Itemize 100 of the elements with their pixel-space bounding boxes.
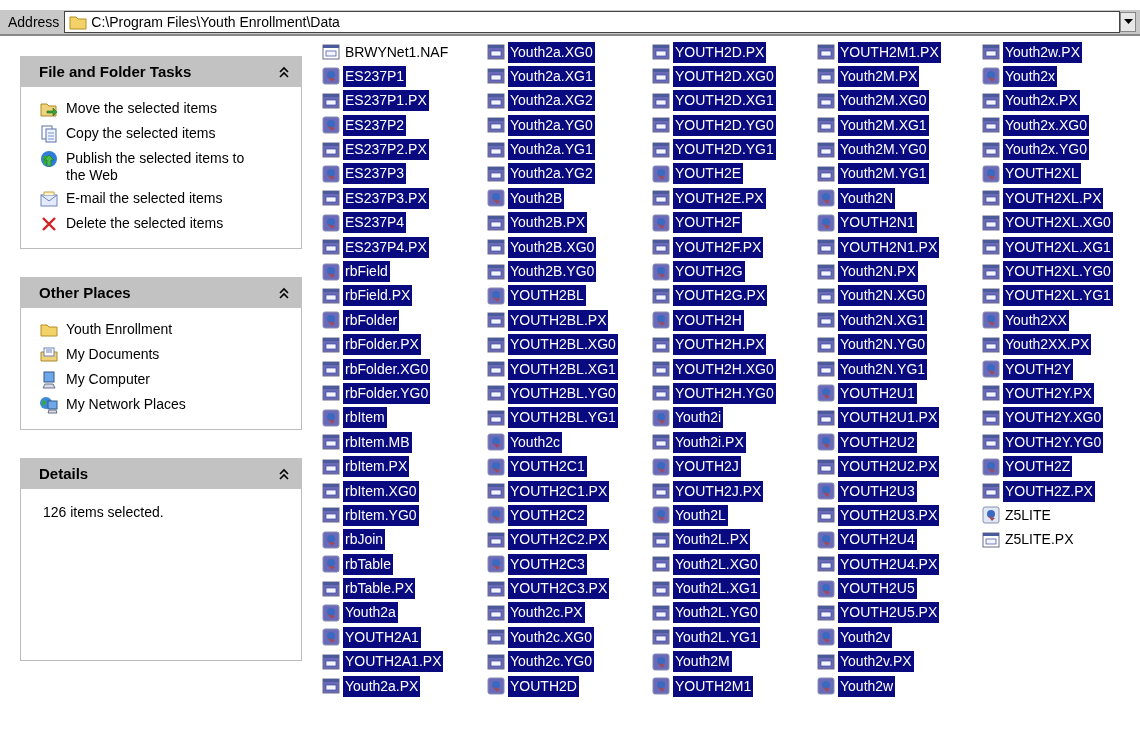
file-item[interactable]: Youth2B.PX: [487, 210, 587, 235]
file-item[interactable]: YOUTH2Z: [982, 454, 1073, 479]
file-item[interactable]: YOUTH2XL.XG0: [982, 210, 1113, 235]
file-item[interactable]: ES237P4: [322, 210, 407, 235]
file-item[interactable]: YOUTH2H: [652, 308, 744, 333]
file-item[interactable]: rbItem: [322, 405, 387, 430]
panel-header[interactable]: Other Places: [20, 277, 302, 308]
file-item[interactable]: Youth2M.XG0: [817, 88, 929, 113]
file-item[interactable]: YOUTH2C3.PX: [487, 576, 610, 601]
task-link[interactable]: Youth Enrollment: [66, 319, 256, 338]
file-item[interactable]: YOUTH2Y.PX: [982, 381, 1094, 406]
file-item[interactable]: Youth2c.XG0: [487, 625, 594, 650]
file-item[interactable]: YOUTH2Z.PX: [982, 479, 1095, 504]
address-field[interactable]: C:\Program Files\Youth Enrollment\Data: [64, 11, 1120, 33]
file-item[interactable]: rbItem.PX: [322, 454, 410, 479]
file-item[interactable]: YOUTH2XL.YG0: [982, 259, 1113, 284]
file-item[interactable]: YOUTH2A1: [322, 625, 421, 650]
file-item[interactable]: YOUTH2Y.YG0: [982, 430, 1104, 455]
file-item[interactable]: Youth2c: [487, 430, 563, 455]
task-link[interactable]: E-mail the selected items: [66, 188, 256, 207]
file-item[interactable]: YOUTH2H.YG0: [652, 381, 776, 406]
file-item[interactable]: Youth2N.YG1: [817, 357, 928, 382]
file-item[interactable]: YOUTH2U1.PX: [817, 405, 940, 430]
file-item[interactable]: YOUTH2F.PX: [652, 235, 764, 260]
file-item[interactable]: YOUTH2XL.YG1: [982, 283, 1113, 308]
file-item[interactable]: YOUTH2U2.PX: [817, 454, 940, 479]
file-item[interactable]: rbField.PX: [322, 283, 413, 308]
file-item[interactable]: Z5LITE.PX: [982, 527, 1076, 552]
file-item[interactable]: YOUTH2BL.YG0: [487, 381, 618, 406]
file-item[interactable]: YOUTH2M1.PX: [817, 40, 941, 64]
file-item[interactable]: YOUTH2BL: [487, 283, 586, 308]
file-item[interactable]: Youth2x.YG0: [982, 137, 1089, 162]
file-item[interactable]: YOUTH2D: [487, 674, 579, 699]
file-item[interactable]: ES237P1: [322, 64, 407, 89]
file-item[interactable]: Youth2L.XG0: [652, 552, 760, 577]
file-item[interactable]: Youth2w: [817, 674, 896, 699]
file-item[interactable]: Youth2N.XG1: [817, 308, 928, 333]
file-item[interactable]: YOUTH2D.XG0: [652, 64, 776, 89]
file-item[interactable]: Youth2a.XG2: [487, 88, 595, 113]
file-item[interactable]: Youth2a.YG2: [487, 161, 595, 186]
file-item[interactable]: YOUTH2N1.PX: [817, 235, 940, 260]
file-item[interactable]: ES237P2.PX: [322, 137, 429, 162]
file-item[interactable]: Youth2N.YG0: [817, 332, 928, 357]
file-item[interactable]: YOUTH2U2: [817, 430, 917, 455]
file-item[interactable]: Youth2B.YG0: [487, 259, 597, 284]
file-item[interactable]: YOUTH2E.PX: [652, 186, 766, 211]
task-link[interactable]: Move the selected items: [66, 98, 256, 117]
file-item[interactable]: Youth2x: [982, 64, 1058, 89]
dropdown-button[interactable]: [1120, 12, 1136, 32]
file-item[interactable]: YOUTH2U4.PX: [817, 552, 940, 577]
file-item[interactable]: YOUTH2E: [652, 161, 744, 186]
file-item[interactable]: Youth2a.YG1: [487, 137, 595, 162]
file-item[interactable]: YOUTH2N1: [817, 210, 917, 235]
file-item[interactable]: rbItem.MB: [322, 430, 412, 455]
file-item[interactable]: Youth2a: [322, 601, 398, 625]
file-item[interactable]: YOUTH2G.PX: [652, 283, 768, 308]
file-item[interactable]: rbJoin: [322, 527, 386, 552]
file-item[interactable]: YOUTH2C1.PX: [487, 479, 610, 504]
file-item[interactable]: YOUTH2C2.PX: [487, 527, 610, 552]
file-item[interactable]: Youth2a.XG0: [487, 40, 595, 64]
file-item[interactable]: YOUTH2XL.XG1: [982, 235, 1113, 260]
file-item[interactable]: YOUTH2Y.XG0: [982, 405, 1104, 430]
file-item[interactable]: Youth2M.YG1: [817, 161, 929, 186]
file-item[interactable]: Youth2L: [652, 503, 728, 528]
panel-header[interactable]: Details: [20, 458, 302, 489]
file-item[interactable]: BRWYNet1.NAF: [322, 40, 451, 64]
file-item[interactable]: ES237P3: [322, 161, 407, 186]
file-item[interactable]: rbTable.PX: [322, 576, 416, 601]
file-item[interactable]: YOUTH2F: [652, 210, 743, 235]
file-item[interactable]: YOUTH2G: [652, 259, 745, 284]
file-item[interactable]: Youth2a.XG1: [487, 64, 595, 89]
file-item[interactable]: YOUTH2A1.PX: [322, 649, 444, 674]
file-item[interactable]: ES237P2: [322, 113, 407, 138]
file-item[interactable]: YOUTH2U4: [817, 527, 917, 552]
file-item[interactable]: YOUTH2BL.XG0: [487, 332, 618, 357]
file-item[interactable]: YOUTH2XL.PX: [982, 186, 1104, 211]
collapse-icon[interactable]: [278, 467, 290, 480]
file-item[interactable]: YOUTH2U5: [817, 576, 917, 601]
file-item[interactable]: Youth2a.YG0: [487, 113, 595, 138]
file-item[interactable]: Youth2a.PX: [322, 674, 421, 699]
file-item[interactable]: YOUTH2XL: [982, 161, 1081, 186]
file-item[interactable]: rbItem.YG0: [322, 503, 419, 528]
file-item[interactable]: Youth2M: [652, 649, 732, 674]
file-item[interactable]: rbFolder.XG0: [322, 357, 431, 382]
file-item[interactable]: rbField: [322, 259, 390, 284]
file-item[interactable]: YOUTH2J: [652, 454, 741, 479]
file-item[interactable]: ES237P4.PX: [322, 235, 429, 260]
file-item[interactable]: YOUTH2BL.XG1: [487, 357, 618, 382]
collapse-icon[interactable]: [278, 286, 290, 299]
file-item[interactable]: YOUTH2D.YG1: [652, 137, 776, 162]
file-item[interactable]: Youth2B: [487, 186, 565, 211]
file-item[interactable]: rbTable: [322, 552, 393, 577]
task-link[interactable]: Copy the selected items: [66, 123, 256, 142]
task-link[interactable]: My Computer: [66, 369, 256, 388]
collapse-icon[interactable]: [278, 65, 290, 78]
file-item[interactable]: rbFolder.PX: [322, 332, 421, 357]
file-item[interactable]: YOUTH2U5.PX: [817, 601, 940, 625]
task-link[interactable]: Delete the selected items: [66, 213, 256, 232]
file-item[interactable]: YOUTH2C3: [487, 552, 587, 577]
file-item[interactable]: Z5LITE: [982, 503, 1053, 528]
